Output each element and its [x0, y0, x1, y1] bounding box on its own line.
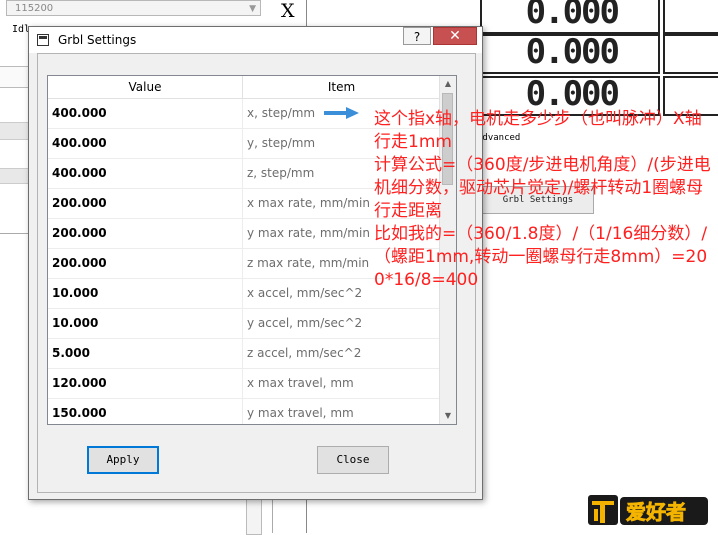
- title-bar[interactable]: Grbl Settings ? ✕: [29, 27, 482, 53]
- setting-value-cell[interactable]: 150.000: [48, 399, 243, 424]
- setting-value-cell[interactable]: 200.000: [48, 189, 243, 218]
- annotation-text: 这个指x轴，电机走多少步（也叫脉冲）X轴行走1mm 计算公式=（360度/步进电…: [374, 109, 711, 290]
- setting-item-cell: y accel, mm/sec^2: [247, 316, 363, 330]
- setting-item-cell: z accel, mm/sec^2: [247, 346, 362, 360]
- y-position-value: 0.000: [525, 32, 620, 72]
- readout-side-panel: [663, 0, 718, 34]
- readout-side-panel: [663, 34, 718, 74]
- scrollbar[interactable]: [246, 498, 262, 535]
- x-position-value: 0.000: [525, 0, 620, 32]
- setting-value-cell[interactable]: 120.000: [48, 369, 243, 398]
- table-row[interactable]: 120.000 x max travel, mm: [48, 369, 441, 399]
- divider: [0, 233, 30, 234]
- chevron-down-icon: ▼: [249, 4, 256, 14]
- left-bar-2: [0, 168, 30, 184]
- watermark-text: 爱好者: [626, 500, 686, 524]
- watermark-logo: 爱好者: [588, 495, 708, 525]
- setting-value-cell[interactable]: 5.000: [48, 339, 243, 368]
- setting-value-cell[interactable]: 200.000: [48, 249, 243, 278]
- help-button[interactable]: ?: [403, 27, 431, 45]
- x-position-readout: 0.000: [480, 0, 660, 34]
- table-row[interactable]: 150.000 y max travel, mm: [48, 399, 441, 424]
- setting-value-cell[interactable]: 10.000: [48, 309, 243, 338]
- setting-value-cell[interactable]: 400.000: [48, 99, 243, 128]
- axis-label: X: [281, 0, 295, 22]
- close-button[interactable]: Close: [317, 446, 389, 474]
- port-combo[interactable]: 115200 ▼: [6, 0, 261, 16]
- setting-value-cell[interactable]: 10.000: [48, 279, 243, 308]
- left-panel: [0, 66, 30, 88]
- column-header-item[interactable]: Item: [243, 76, 441, 98]
- column-header-value[interactable]: Value: [48, 76, 243, 98]
- scroll-up-icon[interactable]: ▲: [440, 76, 456, 92]
- scroll-down-icon[interactable]: ▼: [440, 408, 456, 424]
- table-row[interactable]: 10.000 y accel, mm/sec^2: [48, 309, 441, 339]
- setting-item-cell: y max travel, mm: [247, 406, 354, 420]
- apply-button[interactable]: Apply: [87, 446, 159, 474]
- port-combo-value: 115200: [15, 3, 54, 14]
- left-bar: [0, 122, 30, 140]
- setting-value-cell[interactable]: 400.000: [48, 129, 243, 158]
- table-row[interactable]: 5.000 z accel, mm/sec^2: [48, 339, 441, 369]
- dialog-title: Grbl Settings: [58, 33, 137, 47]
- setting-value-cell[interactable]: 400.000: [48, 159, 243, 188]
- y-position-readout: 0.000: [480, 32, 660, 74]
- setting-item-cell: x max travel, mm: [247, 376, 354, 390]
- arrow-icon: [324, 107, 359, 119]
- table-header: Value Item: [48, 76, 441, 99]
- divider: [272, 500, 273, 533]
- app-icon: [37, 34, 49, 46]
- close-icon[interactable]: ✕: [433, 27, 477, 45]
- setting-value-cell[interactable]: 200.000: [48, 219, 243, 248]
